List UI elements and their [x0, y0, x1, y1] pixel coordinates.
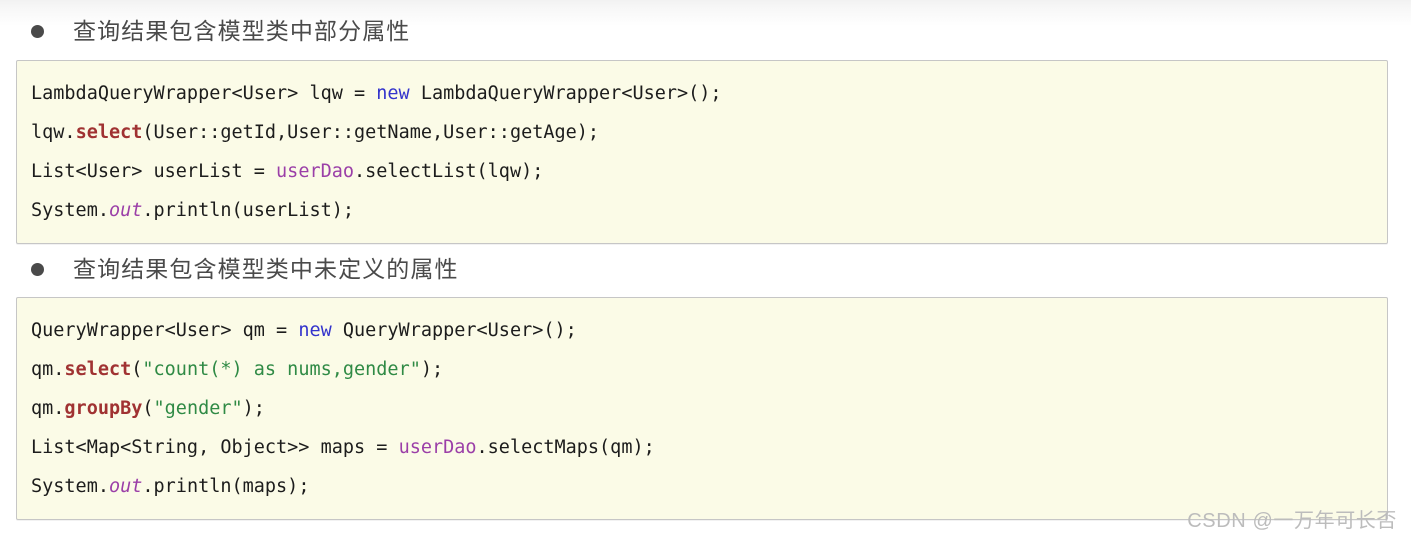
code-token: (	[142, 398, 154, 419]
section-heading-1: 查询结果包含模型类中部分属性	[0, 14, 410, 48]
code-line: qm.select("count(*) as nums,gender");	[17, 350, 1387, 389]
section-heading-text: 查询结果包含模型类中部分属性	[73, 18, 411, 44]
code-token: );	[242, 398, 265, 419]
code-token: userDao	[398, 437, 477, 458]
csdn-watermark: CSDN @一万年可长否	[1187, 510, 1397, 532]
code-line: System.out.println(maps);	[17, 467, 1387, 506]
code-token: out	[108, 476, 143, 497]
section-heading-text: 查询结果包含模型类中未定义的属性	[73, 256, 459, 282]
code-token: LambdaQueryWrapper<User> lqw =	[31, 83, 377, 104]
code-token: );	[420, 359, 444, 380]
code-line: qm.groupBy("gender");	[17, 389, 1387, 428]
code-token: new	[376, 83, 410, 104]
code-token: QueryWrapper<User>();	[331, 320, 577, 341]
code-token: .selectList(lqw);	[354, 161, 544, 182]
code-line: List<User> userList = userDao.selectList…	[17, 152, 1387, 191]
code-token: .println(userList);	[142, 200, 355, 221]
code-token: System.	[31, 476, 109, 497]
code-block-1: LambdaQueryWrapper<User> lqw = new Lambd…	[16, 60, 1388, 244]
section-heading-2: 查询结果包含模型类中未定义的属性	[0, 252, 459, 286]
code-token: lqw.	[31, 122, 76, 143]
code-token: QueryWrapper<User> qm =	[31, 320, 299, 341]
code-line: lqw.select(User::getId,User::getName,Use…	[17, 113, 1387, 152]
code-token: new	[298, 320, 332, 341]
page-root: 查询结果包含模型类中部分属性 LambdaQueryWrapper<User> l…	[0, 0, 1411, 539]
code-token: .selectMaps(qm);	[476, 437, 655, 458]
code-token: groupBy	[64, 398, 143, 419]
code-token: userDao	[276, 161, 355, 182]
code-token: List<Map<String, Object>> maps =	[31, 437, 399, 458]
code-token: (User::getId,User::getName,User::getAge)…	[142, 122, 600, 143]
code-token: List<User> userList =	[31, 161, 277, 182]
code-token: qm.	[31, 359, 65, 380]
code-token: select	[75, 122, 143, 143]
bullet-dot-icon	[31, 262, 44, 276]
code-token: out	[108, 200, 143, 221]
code-token: select	[64, 359, 132, 380]
code-token: qm.	[31, 398, 65, 419]
bullet-dot-icon	[31, 24, 44, 38]
code-token: (	[131, 359, 143, 380]
code-block-2: QueryWrapper<User> qm = new QueryWrapper…	[16, 297, 1388, 520]
code-line: System.out.println(userList);	[17, 191, 1387, 230]
code-token: LambdaQueryWrapper<User>();	[409, 83, 722, 104]
code-token: .println(maps);	[142, 476, 310, 497]
code-line: LambdaQueryWrapper<User> lqw = new Lambd…	[17, 74, 1387, 113]
code-token: System.	[31, 200, 109, 221]
code-token: "count(*) as nums,gender"	[142, 359, 421, 380]
code-line: List<Map<String, Object>> maps = userDao…	[17, 428, 1387, 467]
code-line: QueryWrapper<User> qm = new QueryWrapper…	[17, 311, 1387, 350]
code-token: "gender"	[153, 398, 243, 419]
